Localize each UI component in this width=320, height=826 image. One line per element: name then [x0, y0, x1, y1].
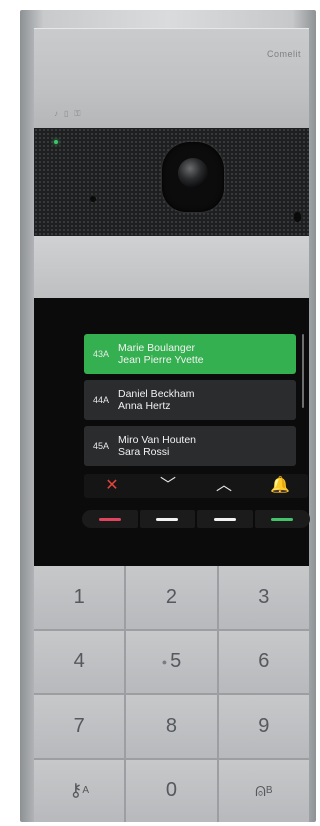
- key-icon: ⚷: [69, 780, 83, 801]
- top-plate: Comelit ♪ ▯ ⚿: [34, 28, 309, 129]
- display-screen: 43A Marie Boulanger Jean Pierre Yvette 4…: [34, 298, 310, 566]
- hearing-icon: ♪: [54, 109, 58, 118]
- key-3[interactable]: 3: [218, 566, 309, 629]
- resident-names: Daniel Beckham Anna Hertz: [118, 388, 194, 412]
- key-indicator: [156, 517, 179, 521]
- apartment-code: 45A: [92, 441, 109, 451]
- cancel-key[interactable]: [82, 510, 138, 528]
- directory-entry[interactable]: 43A Marie Boulanger Jean Pierre Yvette: [84, 334, 296, 374]
- bell-icon: ⍝: [255, 780, 266, 801]
- key-indicator: [98, 517, 121, 521]
- key-4[interactable]: 4: [34, 630, 125, 693]
- key-0[interactable]: 0: [126, 759, 217, 822]
- chevron-down-icon[interactable]: ﹀: [140, 474, 196, 498]
- resident-names: Marie Boulanger Jean Pierre Yvette: [118, 342, 204, 366]
- cancel-icon[interactable]: ✕: [84, 474, 140, 498]
- key-1[interactable]: 1: [34, 566, 125, 629]
- keypad: 1 2 3 4 ● 5 6 7 8 9 ⚷ A 0 ⍝ B: [34, 566, 309, 822]
- screen-controls: ✕ ﹀ ︿ 🔔: [84, 474, 308, 498]
- key-a-label: A: [82, 785, 90, 797]
- resident-name: Miro Van Houten: [118, 434, 197, 446]
- directory-entry[interactable]: 44A Daniel Beckham Anna Hertz: [84, 380, 296, 420]
- call-key[interactable]: [254, 510, 310, 528]
- key-icon: ⚿: [74, 109, 81, 118]
- key-b[interactable]: ⍝ B: [218, 759, 309, 822]
- accessibility-icon: ▯: [64, 109, 69, 118]
- key-indicator: [213, 517, 236, 521]
- key-6[interactable]: 6: [218, 630, 309, 693]
- resident-name: Anna Hertz: [118, 400, 171, 412]
- scrollbar[interactable]: [302, 334, 304, 408]
- camera: [162, 142, 224, 212]
- brand-logo: Comelit: [266, 49, 301, 59]
- mid-plate: [34, 236, 309, 298]
- tactile-dot-icon: ●: [161, 656, 168, 667]
- key-8[interactable]: 8: [126, 695, 217, 758]
- key-9[interactable]: 9: [218, 695, 309, 758]
- key-7[interactable]: 7: [34, 695, 125, 758]
- bell-icon[interactable]: 🔔: [252, 474, 308, 498]
- resident-names: Miro Van Houten Sara Rossi: [118, 434, 196, 458]
- key-5[interactable]: ● 5: [126, 630, 217, 693]
- hardware-key-bar: [82, 510, 310, 528]
- chevron-up-icon[interactable]: ︿: [196, 474, 252, 498]
- camera-lens: [178, 158, 208, 188]
- key-b-label: B: [265, 785, 273, 797]
- microphone: [90, 196, 96, 202]
- up-key[interactable]: [197, 510, 253, 528]
- proximity-sensor: [294, 212, 301, 222]
- key-2[interactable]: 2: [126, 566, 217, 629]
- apartment-code: 44A: [92, 395, 109, 405]
- resident-name: Daniel Beckham: [118, 388, 195, 400]
- resident-name: Sara Rossi: [118, 446, 170, 458]
- speaker-grille: [34, 128, 309, 236]
- apartment-code: 43A: [92, 349, 109, 359]
- key-indicator: [271, 517, 294, 521]
- resident-name: Marie Boulanger: [118, 342, 196, 354]
- status-led: [54, 140, 58, 144]
- resident-name: Jean Pierre Yvette: [118, 354, 204, 366]
- directory-list: 43A Marie Boulanger Jean Pierre Yvette 4…: [84, 334, 296, 472]
- status-icons: ♪ ▯ ⚿: [54, 109, 81, 119]
- down-key[interactable]: [139, 510, 195, 528]
- intercom-panel: Comelit ♪ ▯ ⚿ 43A Marie Boulanger Jean P…: [20, 10, 316, 822]
- key-5-label: 5: [170, 650, 182, 673]
- key-a[interactable]: ⚷ A: [34, 759, 125, 822]
- directory-entry[interactable]: 45A Miro Van Houten Sara Rossi: [84, 426, 296, 466]
